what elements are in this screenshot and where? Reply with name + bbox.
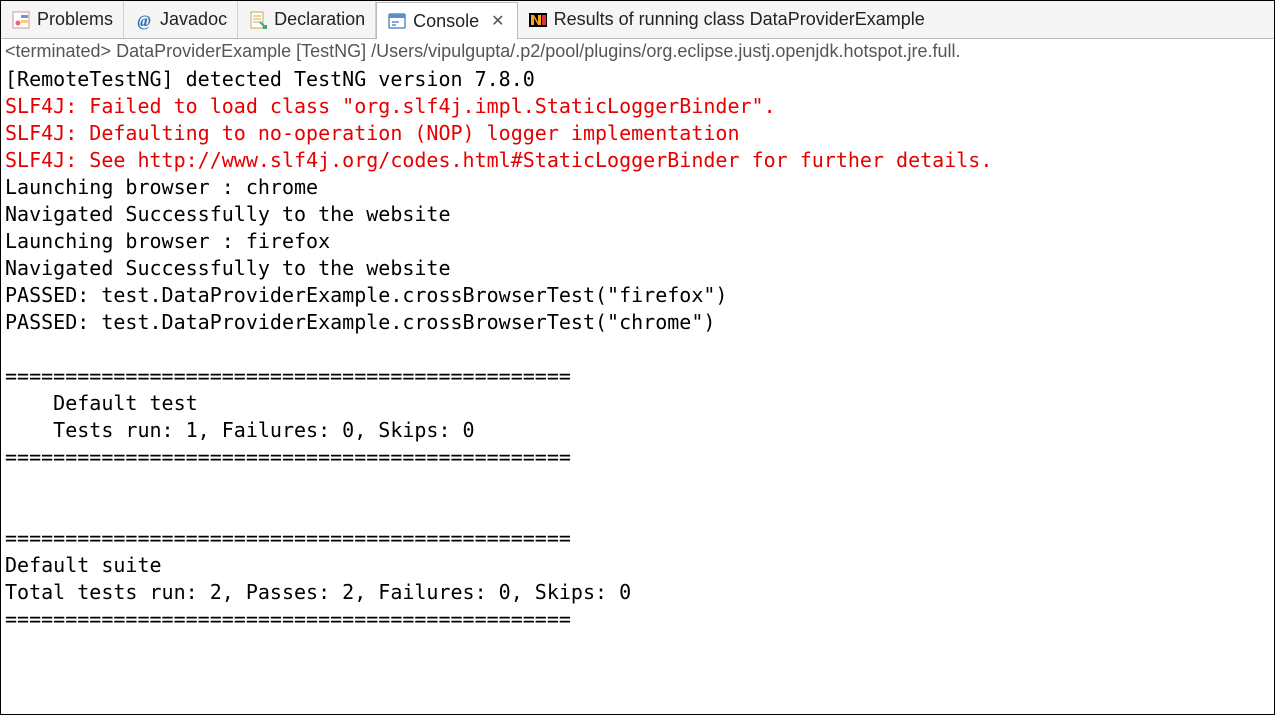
console-line: ========================================… [5,444,1270,471]
console-line [5,498,1270,525]
console-line: Total tests run: 2, Passes: 2, Failures:… [5,579,1270,606]
tab-label: Javadoc [160,9,227,30]
console-output[interactable]: [RemoteTestNG] detected TestNG version 7… [1,64,1274,635]
console-line: PASSED: test.DataProviderExample.crossBr… [5,282,1270,309]
view-tab-bar: Problems @ Javadoc Declaration Console ✕… [1,1,1274,39]
tab-label: Results of running class DataProviderExa… [554,9,925,30]
status-text: <terminated> DataProviderExample [TestNG… [5,41,961,61]
tab-console[interactable]: Console ✕ [376,2,517,39]
console-line: SLF4J: Defaulting to no-operation (NOP) … [5,120,1270,147]
close-icon[interactable]: ✕ [489,11,506,31]
console-line: Launching browser : firefox [5,228,1270,255]
tab-label: Problems [37,9,113,30]
console-line: Default suite [5,552,1270,579]
console-line: Default test [5,390,1270,417]
console-icon [387,11,407,31]
console-line: SLF4J: See http://www.slf4j.org/codes.ht… [5,147,1270,174]
console-status-line: <terminated> DataProviderExample [TestNG… [1,39,1274,64]
console-line: Tests run: 1, Failures: 0, Skips: 0 [5,417,1270,444]
console-line [5,471,1270,498]
console-line: SLF4J: Failed to load class "org.slf4j.i… [5,93,1270,120]
tab-declaration[interactable]: Declaration [238,1,376,38]
tab-problems[interactable]: Problems [1,1,124,38]
console-line: ========================================… [5,606,1270,633]
testng-icon [528,10,548,30]
console-line: ========================================… [5,525,1270,552]
tab-testng-results[interactable]: Results of running class DataProviderExa… [518,1,1274,38]
svg-text:@: @ [137,13,150,30]
problems-icon [11,10,31,30]
console-line: PASSED: test.DataProviderExample.crossBr… [5,309,1270,336]
console-line: Navigated Successfully to the website [5,201,1270,228]
javadoc-icon: @ [134,10,154,30]
console-line: Navigated Successfully to the website [5,255,1270,282]
console-line: [RemoteTestNG] detected TestNG version 7… [5,66,1270,93]
declaration-icon [248,10,268,30]
console-line [5,336,1270,363]
tab-label: Console [413,11,479,32]
tab-label: Declaration [274,9,365,30]
tab-javadoc[interactable]: @ Javadoc [124,1,238,38]
console-line: ========================================… [5,363,1270,390]
console-line: Launching browser : chrome [5,174,1270,201]
